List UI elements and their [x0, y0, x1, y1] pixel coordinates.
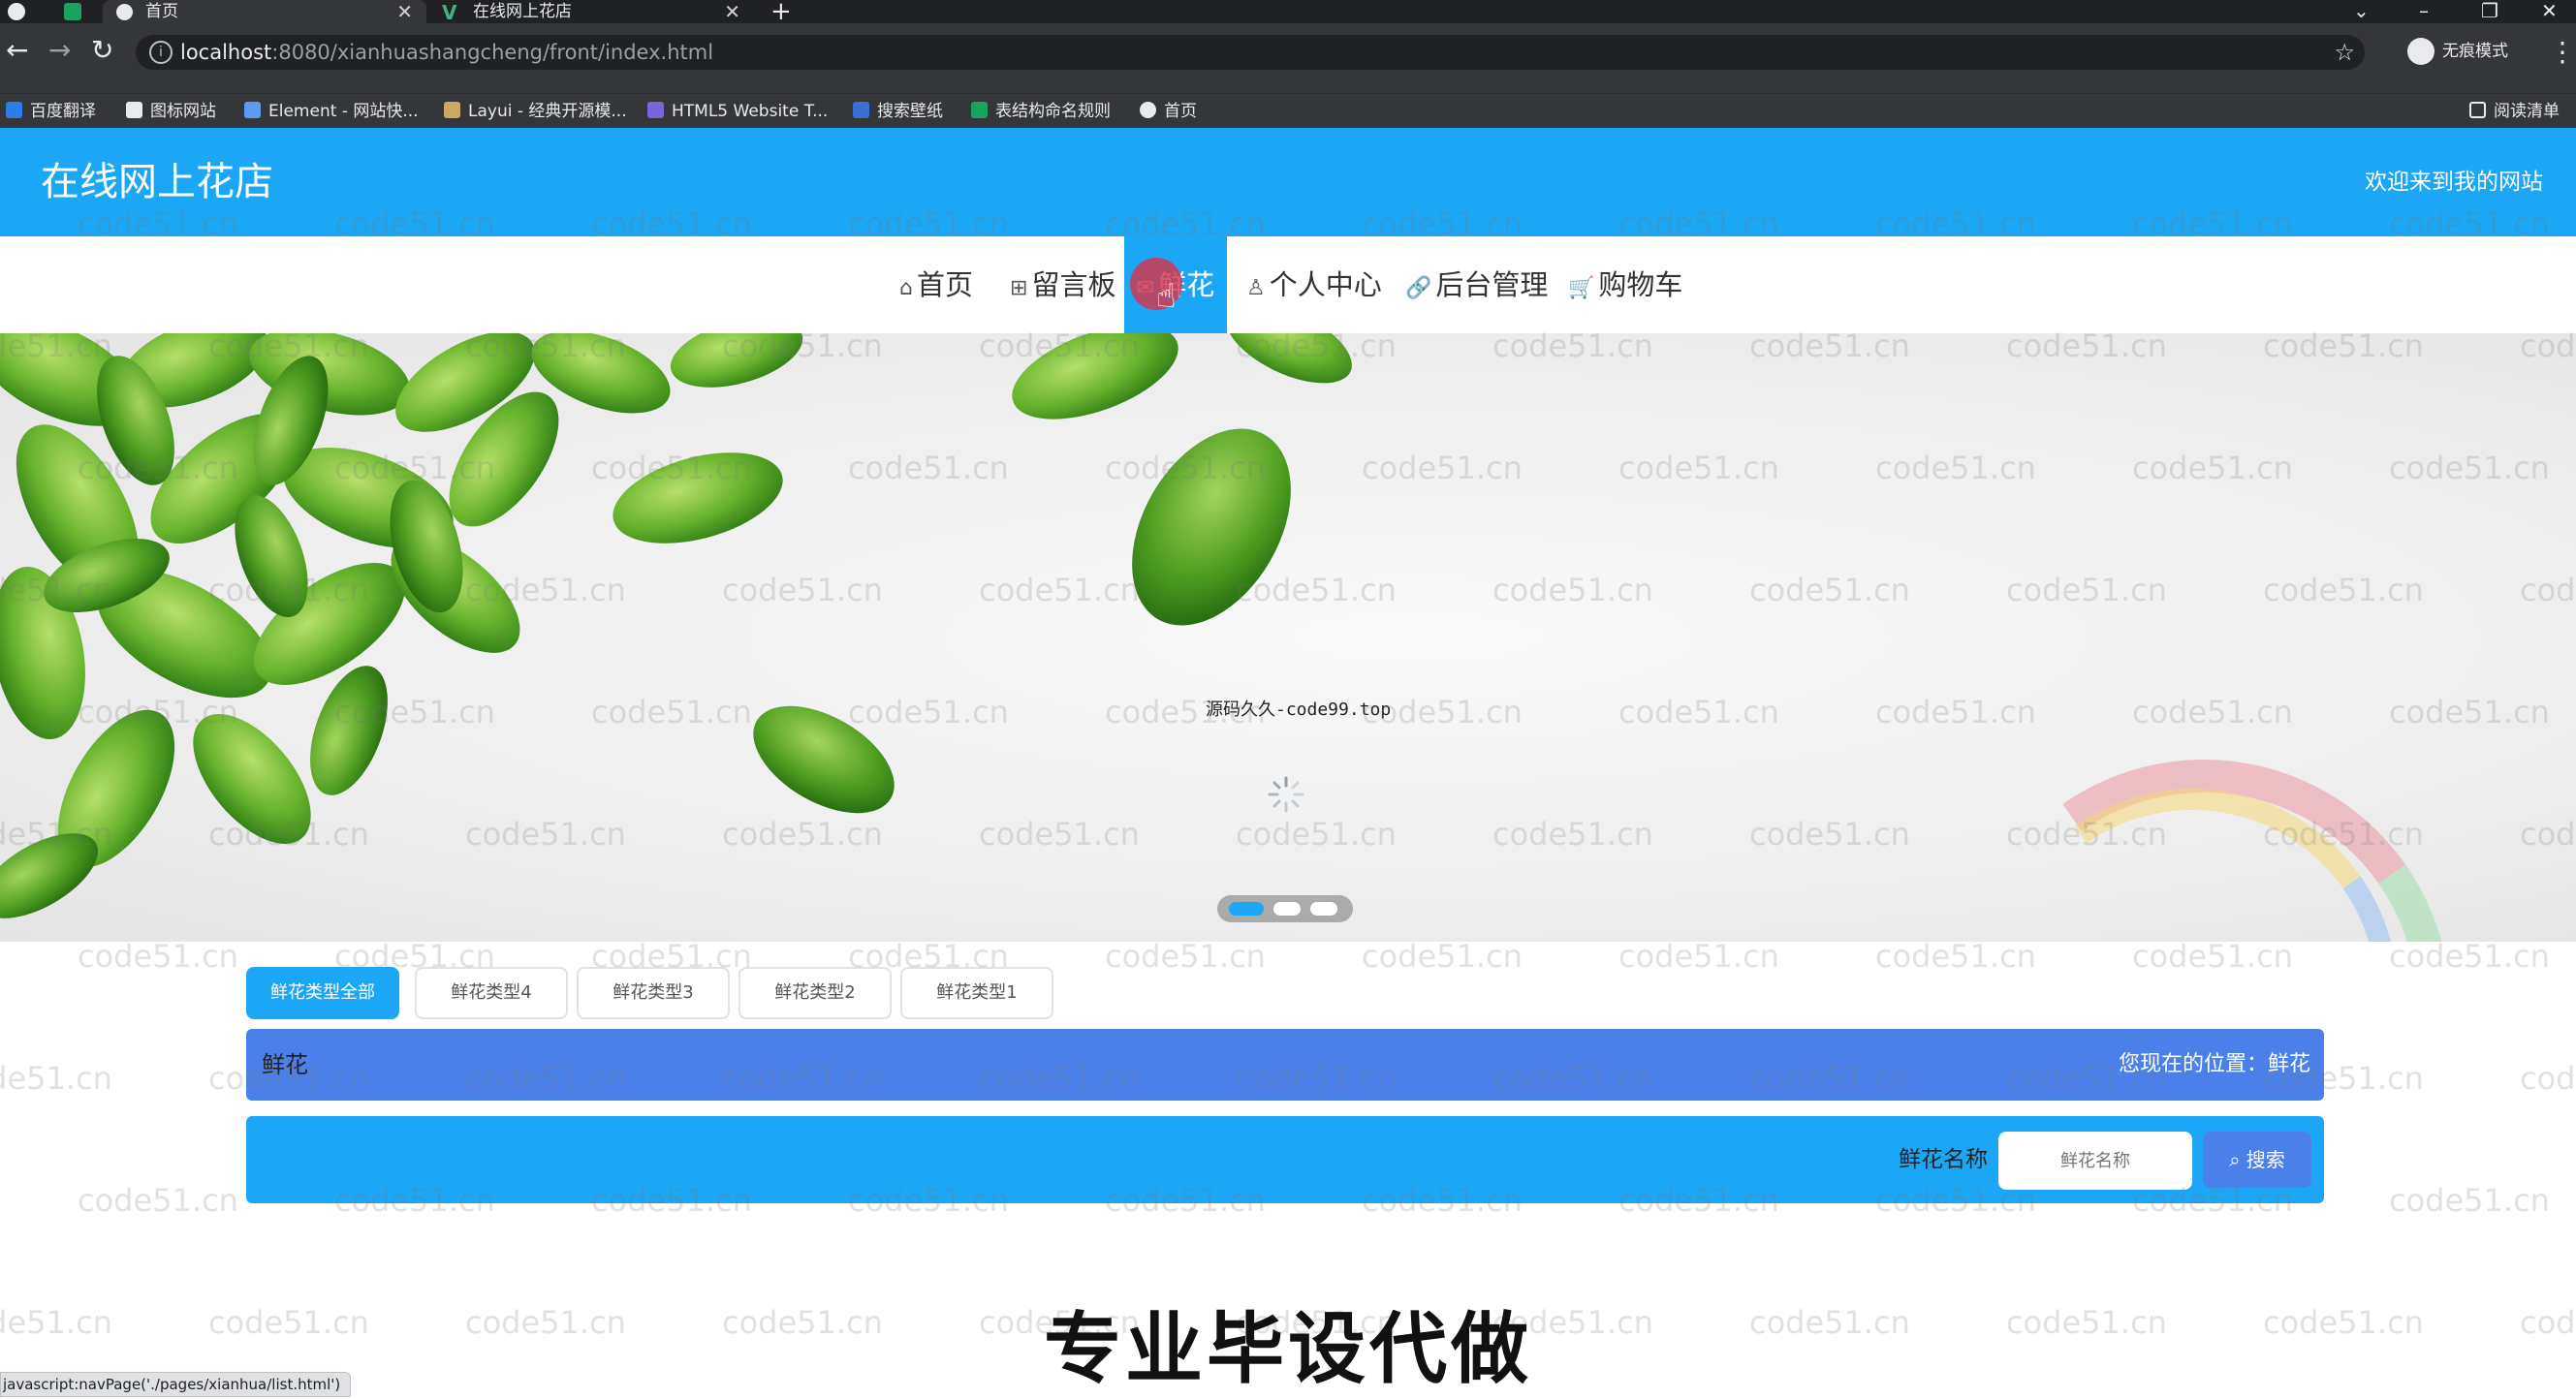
browser-tab-strip: 首页 ✕ V 在线网上花店 ✕ + ⌄ – ❐ ✕: [0, 0, 2576, 24]
html5-icon: [647, 102, 664, 118]
wallpaper-icon: [853, 102, 869, 118]
browser-menu-kebab-icon[interactable]: ⋮: [2549, 35, 2576, 70]
incognito-icon: [2407, 38, 2435, 65]
link-icon: 🔗: [1405, 276, 1432, 300]
browser-toolbar: ← → ↻ i localhost:8080/xianhuashangcheng…: [0, 23, 2576, 93]
video-overlay-caption: 专业毕设代做: [1044, 1304, 1532, 1394]
bookmark-item[interactable]: 图标网站: [126, 94, 216, 129]
search-button[interactable]: ⌕ 搜索: [2203, 1132, 2311, 1188]
home-icon: ⌂: [899, 276, 913, 300]
bookmark-star-icon[interactable]: ☆: [2334, 35, 2355, 70]
carousel-dot[interactable]: [1273, 902, 1301, 916]
reload-icon[interactable]: ↻: [91, 33, 113, 68]
search-icon: ⌕: [2229, 1148, 2241, 1171]
page-title: 鲜花: [262, 1051, 308, 1078]
watermark-text: code51.cn: [1105, 938, 1266, 975]
site-title: 在线网上花店: [41, 160, 273, 204]
watermark-text: code51.cn: [1362, 938, 1523, 975]
banner-caption: 源码久久-code99.top: [1206, 700, 1392, 720]
layui-icon: [444, 102, 460, 118]
board-icon: ⊞: [1010, 276, 1028, 300]
category-tab-type4[interactable]: 鲜花类型4: [415, 967, 568, 1019]
watermark-text: code51.cn: [78, 1182, 238, 1219]
address-bar[interactable]: i localhost:8080/xianhuashangcheng/front…: [136, 35, 2365, 70]
element-icon: [244, 102, 261, 118]
category-tab-type2[interactable]: 鲜花类型2: [738, 967, 892, 1019]
carousel-dot[interactable]: [1310, 902, 1337, 916]
carousel-dot[interactable]: [1229, 902, 1264, 916]
category-tab-type3[interactable]: 鲜花类型3: [577, 967, 730, 1019]
bookmark-icon: [126, 102, 142, 118]
new-tab-button[interactable]: +: [770, 0, 792, 24]
hand-cursor-icon: ☝: [1156, 277, 1177, 316]
cart-icon: 🛒: [1568, 276, 1595, 300]
globe-icon: [116, 4, 133, 20]
table-icon: [971, 102, 988, 118]
bookmarks-bar: 百度翻译 图标网站 Element - 网站快... Layui - 经典开源模…: [0, 93, 2576, 129]
sheets-app-icon[interactable]: [64, 3, 81, 20]
category-tab-all[interactable]: 鲜花类型全部: [246, 967, 399, 1019]
bookmark-item[interactable]: 表结构命名规则: [971, 94, 1111, 129]
translate-icon: [6, 102, 22, 118]
tab-flower-shop[interactable]: V 在线网上花店 ✕: [430, 0, 754, 24]
search-input[interactable]: [1998, 1132, 2192, 1190]
close-icon[interactable]: ✕: [396, 0, 413, 23]
bookmark-item[interactable]: 搜索壁纸: [853, 94, 943, 129]
loading-spinner-icon: [1268, 776, 1304, 813]
info-icon[interactable]: i: [149, 41, 173, 64]
close-icon[interactable]: ✕: [724, 0, 740, 23]
tab-search-button[interactable]: ⌄: [2353, 0, 2370, 21]
reading-list-icon: [2469, 102, 2486, 118]
bookmark-item[interactable]: 首页: [1140, 94, 1197, 129]
watermark-text: code51.cn: [78, 938, 238, 975]
globe-icon: [1140, 102, 1156, 118]
carousel-indicators: [1217, 895, 1353, 922]
site-header: 在线网上花店 欢迎来到我的网站: [0, 128, 2576, 236]
close-window-button[interactable]: ✕: [2541, 0, 2558, 21]
bookmark-item[interactable]: Element - 网站快...: [244, 94, 419, 129]
forward-icon[interactable]: →: [48, 33, 71, 68]
bookmark-item[interactable]: 百度翻译: [6, 94, 96, 129]
watermark-text: code51.cn: [2520, 1060, 2576, 1097]
minimize-button[interactable]: –: [2419, 0, 2429, 21]
nav-item-message-board[interactable]: ⊞ 留言板: [1010, 236, 1115, 333]
watermark-text: code51.cn: [2132, 938, 2293, 975]
search-panel: 鲜花名称 ⌕ 搜索: [246, 1116, 2324, 1203]
category-tab-type1[interactable]: 鲜花类型1: [900, 967, 1053, 1019]
back-icon[interactable]: ←: [6, 33, 28, 68]
restore-button[interactable]: ❐: [2481, 0, 2498, 21]
welcome-text: 欢迎来到我的网站: [2365, 170, 2543, 195]
leaves-illustration: [0, 333, 1352, 918]
vue-icon: V: [442, 1, 457, 24]
status-bar-url: javascript:navPage('./pages/xianhua/list…: [0, 1372, 352, 1397]
watermark-text: code51.cn: [0, 1060, 112, 1097]
watermark-text: code51.cn: [1618, 938, 1779, 975]
reading-list-button[interactable]: 阅读清单: [2469, 94, 2560, 129]
breadcrumb-location: 您现在的位置：鲜花: [2118, 1052, 2310, 1076]
main-nav: ⌂首页 ⊞留言板 ✉鲜花 ♙个人中心 🔗后台管理 🛒购物车: [0, 236, 2576, 333]
search-label: 鲜花名称: [1899, 1147, 1988, 1172]
breadcrumb: 鲜花 您现在的位置：鲜花: [246, 1029, 2324, 1101]
bookmark-item[interactable]: Layui - 经典开源模...: [444, 94, 627, 129]
incognito-indicator[interactable]: 无痕模式: [2407, 33, 2508, 70]
user-icon: ♙: [1246, 276, 1266, 300]
nav-item-home[interactable]: ⌂ 首页: [899, 236, 973, 333]
watermark-text: code51.cn: [2389, 938, 2550, 975]
nav-item-admin[interactable]: 🔗 后台管理: [1405, 236, 1548, 333]
tab-home[interactable]: 首页 ✕: [103, 0, 426, 23]
browser-menu-icon[interactable]: [8, 3, 25, 20]
watermark-text: code51.cn: [1875, 938, 2036, 975]
watermark-text: code51.cn: [2389, 1182, 2550, 1219]
nav-item-personal-center[interactable]: ♙ 个人中心: [1246, 236, 1382, 333]
url-text[interactable]: localhost:8080/xianhuashangcheng/front/i…: [180, 35, 713, 70]
nav-item-cart[interactable]: 🛒 购物车: [1568, 236, 1682, 333]
bookmark-item[interactable]: HTML5 Website T...: [647, 94, 828, 129]
